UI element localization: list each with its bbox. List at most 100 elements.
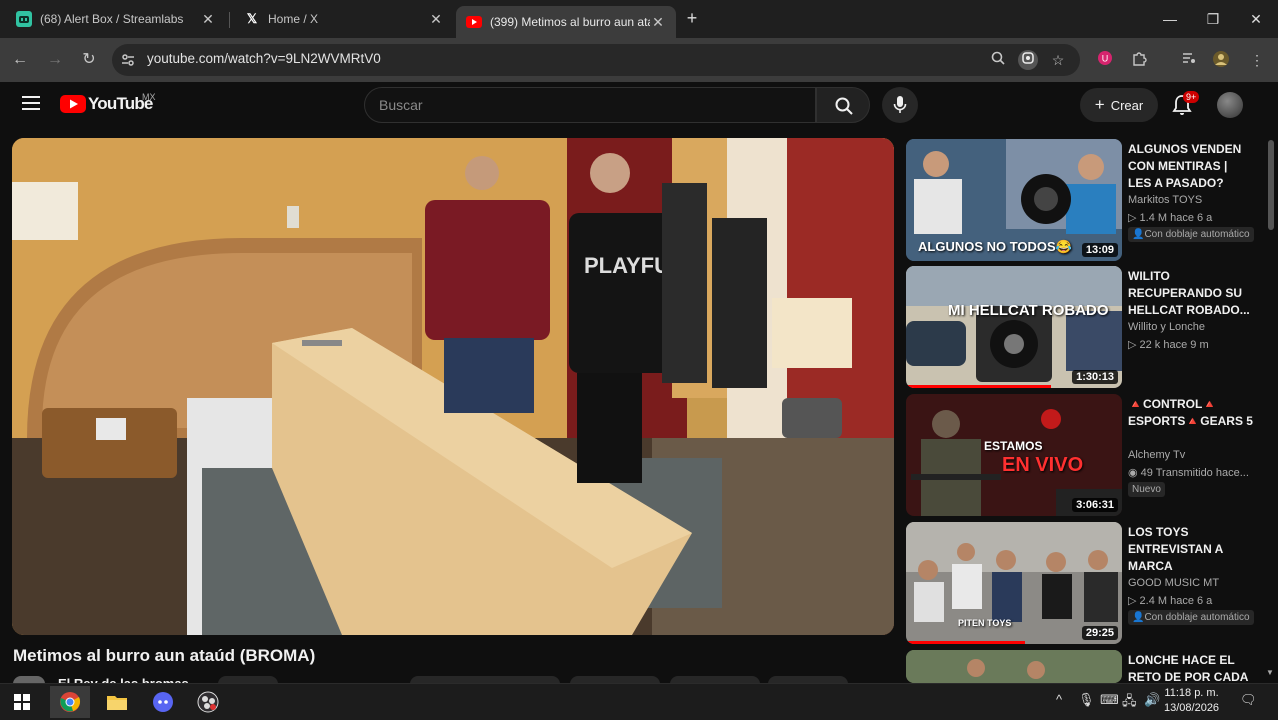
recommendation-item[interactable]: ALGUNOS NO TODOS😂 13:09 ALGUNOS VENDEN C… xyxy=(906,139,1258,263)
profile-avatar-icon[interactable] xyxy=(1211,50,1231,70)
youtube-icon xyxy=(466,14,482,30)
create-label: Crear xyxy=(1110,97,1144,113)
recommendation-item[interactable]: ESTAMOS EN VIVO 3:06:31 🔺CONTROL🔺 ESPORT… xyxy=(906,394,1258,518)
obs-studio-icon[interactable] xyxy=(188,686,228,718)
streamlabs-icon xyxy=(16,11,32,27)
hamburger-menu-icon[interactable] xyxy=(22,95,40,111)
tab-youtube-video[interactable]: (399) Metimos al burro aun ataúd ✕ xyxy=(456,6,676,38)
recommendation-channel[interactable]: Markitos TOYS xyxy=(1128,194,1254,206)
video-player[interactable]: PLAYFUL xyxy=(12,138,894,635)
close-window-icon[interactable]: ✕ xyxy=(1236,6,1276,32)
time: 11:18 p. m. xyxy=(1164,687,1219,699)
search-placeholder: Buscar xyxy=(379,97,423,113)
search-input[interactable] xyxy=(364,87,816,123)
meta-text: 49 Transmitido hace... xyxy=(1140,467,1249,479)
recommendation-meta: ▷ 2.4 M hace 6 a xyxy=(1128,595,1213,607)
search-button[interactable] xyxy=(816,87,870,123)
media-controls-icon[interactable] xyxy=(1179,50,1199,70)
network-icon[interactable]: 🖧 xyxy=(1122,692,1137,714)
recommendation-title[interactable]: ALGUNOS VENDEN CON MENTIRAS | LES A PASA… xyxy=(1128,141,1254,192)
recommendation-title[interactable]: LOS TOYS ENTREVISTAN A MARCA REGISTRADA xyxy=(1128,524,1254,575)
new-badge: Nuevo xyxy=(1128,482,1165,497)
dub-icon: 👤 xyxy=(1132,612,1145,623)
chrome-taskbar-icon[interactable] xyxy=(50,686,90,718)
scroll-down-arrow-icon[interactable]: ▼ xyxy=(1266,668,1274,677)
thumbnail[interactable] xyxy=(906,650,1122,683)
thumbnail[interactable]: MI HELLCAT ROBADO 1:30:13 xyxy=(906,266,1122,388)
reload-icon[interactable]: ↻ xyxy=(77,48,101,72)
restore-icon[interactable]: ❐ xyxy=(1193,6,1233,32)
thumbnail[interactable]: PITEN TOYS 29:25 xyxy=(906,522,1122,644)
thumbnail-image xyxy=(906,650,1122,683)
meta-text: 22 k hace 9 m xyxy=(1139,339,1209,351)
auto-dub-badge: 👤Con doblaje automático xyxy=(1128,610,1254,625)
recommendation-title[interactable]: 🔺CONTROL🔺 ESPORTS🔺GEARS 5 xyxy=(1128,396,1254,430)
site-settings-icon[interactable] xyxy=(120,52,136,68)
tab-streamlabs[interactable]: (68) Alert Box / Streamlabs ✕ xyxy=(6,4,226,34)
recommendation-title[interactable]: LONCHE HACE EL RETO DE POR CADA xyxy=(1128,652,1254,683)
discord-icon[interactable] xyxy=(143,686,183,718)
forward-icon[interactable]: → xyxy=(43,48,67,72)
badge-text: Con doblaje automático xyxy=(1144,612,1250,623)
close-tab-icon[interactable]: ✕ xyxy=(200,11,216,28)
youtube-logo-icon[interactable] xyxy=(60,95,86,113)
show-hidden-icons[interactable]: ^ xyxy=(1056,692,1062,707)
recommendation-meta: ▷ 1.4 M hace 6 a xyxy=(1128,212,1213,224)
recommendation-channel[interactable]: Willito y Lonche xyxy=(1128,321,1254,333)
create-button[interactable]: + Crear xyxy=(1080,88,1158,122)
meta-text: 2.4 M hace 6 a xyxy=(1139,595,1213,607)
microphone-icon xyxy=(893,96,907,113)
recommendation-channel[interactable]: Alchemy Tv xyxy=(1128,449,1254,461)
back-icon[interactable]: ← xyxy=(8,48,32,72)
tab-x-home[interactable]: 𝕏 Home / X ✕ xyxy=(234,4,454,34)
recommendation-meta: ▷ 22 k hace 9 m xyxy=(1128,339,1209,351)
extensions-puzzle-icon[interactable] xyxy=(1129,50,1149,70)
recommendation-item[interactable]: LONCHE HACE EL RETO DE POR CADA xyxy=(906,650,1258,683)
recommendation-channel[interactable]: GOOD MUSIC MT xyxy=(1128,577,1254,589)
tab-title: (399) Metimos al burro aun ataúd xyxy=(490,15,650,29)
duration-badge: 13:09 xyxy=(1081,243,1118,257)
badge-text: Con doblaje automático xyxy=(1144,229,1250,240)
x-logo-icon: 𝕏 xyxy=(246,11,258,26)
url-text: youtube.com/watch?v=9LN2WVMRtV0 xyxy=(147,51,381,66)
duration-badge: 1:30:13 xyxy=(1072,370,1118,384)
notifications-center-icon[interactable]: 🗨 xyxy=(1240,692,1257,708)
plus-icon: + xyxy=(1094,95,1105,114)
voice-search-button[interactable] xyxy=(882,87,918,123)
thumbnail[interactable]: ALGUNOS NO TODOS😂 13:09 xyxy=(906,139,1122,261)
keyboard-tray-icon[interactable]: ⌨ xyxy=(1100,692,1119,708)
taskbar-clock[interactable]: 11:18 p. m. 13/08/2026 xyxy=(1164,686,1219,716)
auto-dub-badge: 👤Con doblaje automático xyxy=(1128,227,1254,242)
tab-separator xyxy=(229,12,230,28)
recommendation-title[interactable]: WILITO RECUPERANDO SU HELLCAT ROBADO... xyxy=(1128,268,1254,319)
browser-tab-strip: (68) Alert Box / Streamlabs ✕ 𝕏 Home / X… xyxy=(0,0,1278,38)
thumbnail-caption: ESTAMOS xyxy=(984,439,1043,453)
microphone-tray-icon[interactable]: 🎙 xyxy=(1078,692,1095,708)
meta-text: 1.4 M hace 6 a xyxy=(1139,212,1213,224)
windows-start-icon[interactable] xyxy=(2,686,42,718)
new-tab-button[interactable]: + xyxy=(682,8,702,28)
zoom-icon[interactable] xyxy=(988,50,1008,70)
sidebar-scrollbar[interactable] xyxy=(1268,140,1274,230)
thumbnail-caption-live: EN VIVO xyxy=(1002,454,1084,476)
tab-title: Home / X xyxy=(268,12,319,26)
watch-progress-bar xyxy=(906,385,1051,388)
recommendation-item[interactable]: PITEN TOYS 29:25 LOS TOYS ENTREVISTAN A … xyxy=(906,522,1258,646)
video-title: Metimos al burro aun ataúd (BROMA) xyxy=(13,646,316,665)
thumbnail-caption: MI HELLCAT ROBADO xyxy=(948,302,1109,319)
volume-icon[interactable]: 🔊 xyxy=(1144,692,1160,708)
browser-menu-icon[interactable]: ⋮ xyxy=(1247,50,1267,70)
thumbnail[interactable]: ESTAMOS EN VIVO 3:06:31 xyxy=(906,394,1122,516)
account-avatar[interactable] xyxy=(1217,92,1243,118)
recommendation-item[interactable]: MI HELLCAT ROBADO 1:30:13 WILITO RECUPER… xyxy=(906,266,1258,390)
close-tab-icon[interactable]: ✕ xyxy=(650,14,666,31)
notifications-badge: 9+ xyxy=(1183,91,1200,103)
file-explorer-icon[interactable] xyxy=(97,686,137,718)
extension-profile-icon[interactable]: U xyxy=(1095,50,1115,70)
minimize-icon[interactable]: — xyxy=(1150,6,1190,32)
video-frame-image: PLAYFUL xyxy=(12,138,894,635)
google-lens-icon[interactable] xyxy=(1018,50,1038,70)
close-tab-icon[interactable]: ✕ xyxy=(428,11,444,28)
svg-text:U: U xyxy=(1102,54,1109,64)
bookmark-star-icon[interactable]: ☆ xyxy=(1048,50,1068,70)
